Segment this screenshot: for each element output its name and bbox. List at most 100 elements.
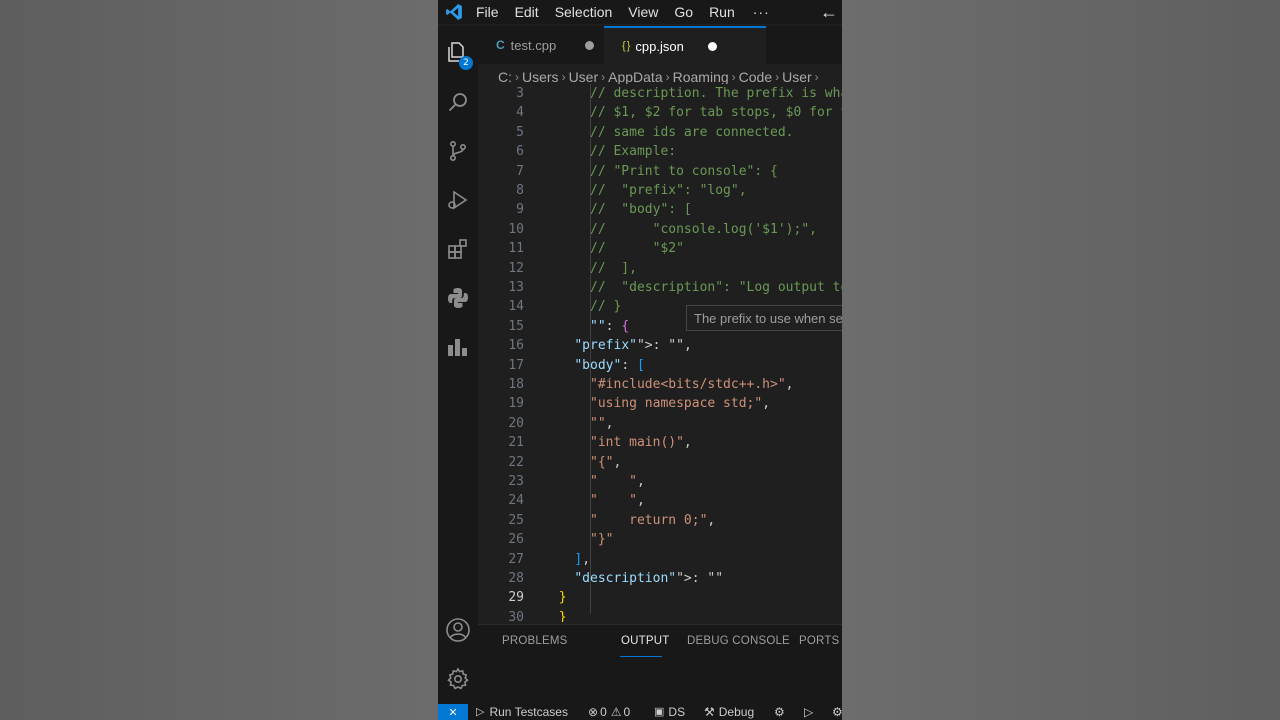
activity-bar: 2 [438,26,478,704]
line-number: 26 [508,532,524,548]
chevron-right-icon: › [515,70,519,84]
bottom-panel: PROBLEMS OUTPUT DEBUG CONSOLE PORTS [478,624,842,705]
code-text: // same ids are connected. [590,124,794,140]
menu-selection[interactable]: Selection [547,0,621,24]
code-line[interactable]: 20 "", [478,414,842,433]
breadcrumb-item[interactable]: User [569,69,599,85]
code-line[interactable]: 18 "#include<bits/stdc++.h>", [478,375,842,394]
code-line[interactable]: 28 "description"">: "" [478,569,842,588]
breadcrumb-item[interactable]: C: [498,69,512,85]
status-bar: ✕ ▷ Run Testcases ⊗ 0 ⚠ 0 ▣ DS ⚒ Debug ⚙… [438,704,842,720]
back-arrow-icon[interactable]: ← [816,0,842,24]
menu-file[interactable]: File [468,0,507,24]
code-text: // "description": "Log output to [590,280,842,295]
line-number: 29 [508,590,524,606]
code-line[interactable]: 21 "int main()", [478,433,842,452]
more-status-icon[interactable]: ⚙ [832,704,842,720]
line-number: 15 [508,318,524,334]
tab-test-cpp[interactable]: C test.cpp [478,26,603,64]
line-number: 11 [508,241,524,257]
code-line[interactable]: 24 " ", [478,491,842,510]
code-line[interactable]: 7 // "Print to console": { [478,162,842,181]
code-line[interactable]: 10 // "console.log('$1');", [478,220,842,239]
code-text: " return 0;", [590,512,716,528]
breadcrumb-item[interactable]: Code [739,69,772,85]
extensions-icon[interactable] [438,229,478,269]
tab-ports[interactable]: PORTS [799,635,839,647]
unsaved-dot-icon[interactable] [585,41,594,50]
code-line[interactable]: 16 "prefix"">: "", [478,336,842,355]
code-line[interactable]: 11 // "$2" [478,239,842,258]
video-blur-left [0,0,438,720]
bar-chart-icon[interactable] [438,327,478,367]
code-line[interactable]: 25 " return 0;", [478,511,842,530]
tab-cpp-json[interactable]: { } cpp.json [604,26,766,64]
code-text: // "console.log('$1');", [590,221,817,237]
tab-problems[interactable]: PROBLEMS [502,635,568,647]
code-line[interactable]: 5 // same ids are connected. [478,123,842,142]
settings-gear-icon[interactable] [438,659,478,699]
run-debug-icon[interactable] [438,180,478,220]
line-number: 25 [508,512,524,528]
run-status-icon[interactable]: ▷ [804,704,813,720]
code-line[interactable]: 17 "body": [ [478,356,842,375]
code-text: } [558,609,567,622]
code-line[interactable]: 13 // "description": "Log output to [478,278,842,297]
code-text: "{", [590,454,622,470]
run-testcases-button[interactable]: ▷ Run Testcases [476,704,568,720]
code-line[interactable]: 9 // "body": [ [478,200,842,219]
line-number: 12 [508,260,524,276]
code-line[interactable]: 30} [478,608,842,622]
code-text: // "prefix": "log", [590,183,747,198]
menu-more-button[interactable]: ··· [743,0,780,24]
ds-label: DS [668,705,686,719]
explorer-icon[interactable]: 2 [438,32,478,72]
breadcrumb-item[interactable]: AppData [608,69,662,85]
code-text: ], [574,551,591,567]
code-line[interactable]: 29} [478,588,842,607]
code-line[interactable]: 4 // $1, $2 for tab stops, $0 for t [478,103,842,122]
menu-view[interactable]: View [620,0,666,24]
breadcrumb-item[interactable]: Users [522,69,559,85]
tab-debug-console[interactable]: DEBUG CONSOLE [687,635,790,647]
code-line[interactable]: 22 "{", [478,453,842,472]
line-number: 24 [508,493,524,509]
line-number: 21 [508,435,524,451]
tab-output[interactable]: OUTPUT [621,635,669,647]
debug-status[interactable]: ⚒ Debug [704,704,754,720]
remote-indicator-icon[interactable]: ✕ [438,704,468,720]
python-icon[interactable] [438,278,478,318]
code-line[interactable]: 26 "}" [478,530,842,549]
code-line[interactable]: 19 "using namespace std;", [478,394,842,413]
ds-status[interactable]: ▣ DS [654,704,685,720]
code-line[interactable]: 23 " ", [478,472,842,491]
line-number: 18 [508,377,524,392]
code-line[interactable]: 12 // ], [478,259,842,278]
tab-label: cpp.json [635,38,684,54]
search-icon[interactable] [438,82,478,122]
line-number: 28 [508,571,524,586]
hover-tooltip: The prefix to use when selecti [686,305,842,331]
menu-edit[interactable]: Edit [507,0,547,24]
code-text: " ", [590,493,645,509]
play-icon: ▷ [476,706,485,718]
account-icon[interactable] [438,610,478,650]
line-number: 9 [516,202,524,218]
code-editor[interactable]: 3 // description. The prefix is wha 4 // $1… [478,84,842,622]
menu-go[interactable]: Go [666,0,701,24]
breadcrumb-item[interactable]: Roaming [673,69,729,85]
line-number: 5 [516,124,524,140]
code-text: } [558,590,567,606]
settings-status-icon[interactable]: ⚙ [774,704,785,720]
code-line[interactable]: 6 // Example: [478,142,842,161]
source-control-icon[interactable] [438,131,478,171]
code-line[interactable]: 3 // description. The prefix is wha [478,84,842,103]
problems-status[interactable]: ⊗ 0 ⚠ 0 [588,704,630,720]
menu-run[interactable]: Run [701,0,743,24]
breadcrumb-item[interactable]: User [782,69,812,85]
code-line[interactable]: 27], [478,550,842,569]
ds-icon: ▣ [654,706,665,718]
unsaved-dot-icon[interactable] [708,42,717,51]
cpp-file-icon: C [496,38,505,52]
code-line[interactable]: 8 // "prefix": "log", [478,181,842,200]
